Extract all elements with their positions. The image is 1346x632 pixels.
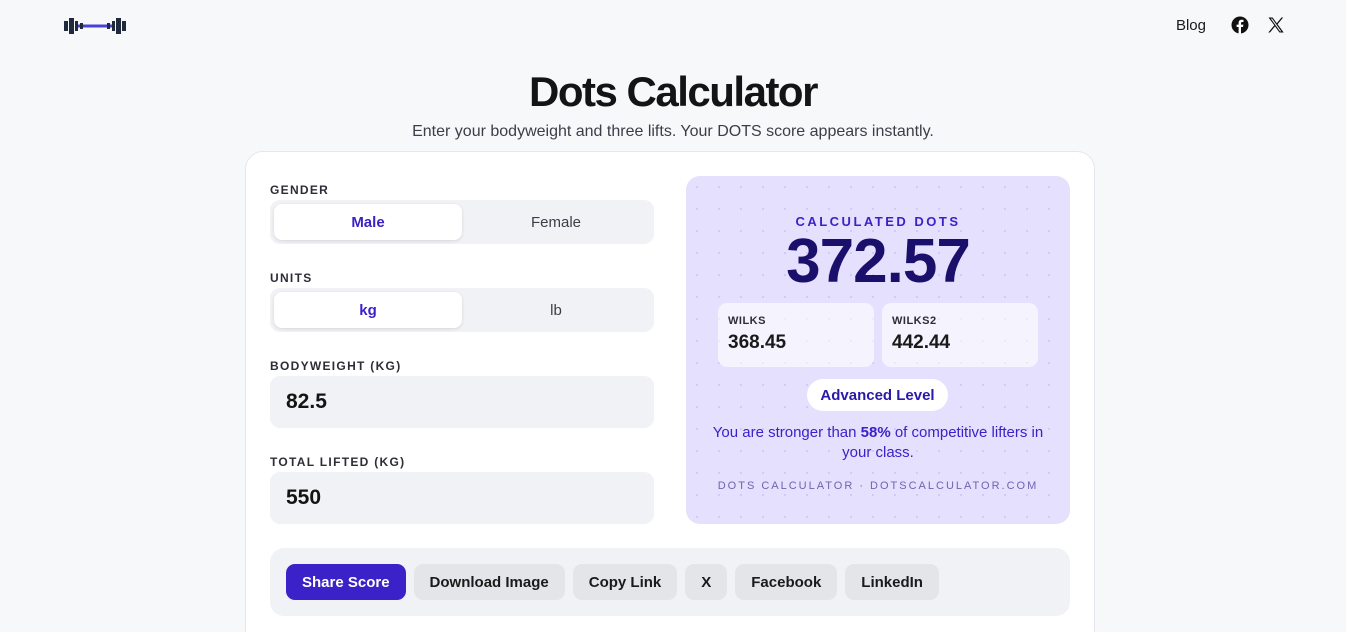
- wilks2-value: 442.44: [892, 332, 951, 353]
- units-option-kg[interactable]: kg: [274, 292, 462, 328]
- share-linkedin-button[interactable]: LinkedIn: [845, 564, 939, 600]
- calculator-card: GENDER Male Female UNITS kg lb BODYWEIGH…: [245, 151, 1095, 632]
- total-lifted-input[interactable]: [270, 472, 654, 524]
- wilks2-label: WILKS2: [892, 315, 937, 327]
- total-lifted-label: TOTAL LIFTED (KG): [270, 455, 406, 469]
- blog-link[interactable]: Blog: [1176, 17, 1206, 34]
- top-nav: Blog: [1176, 15, 1286, 35]
- result-panel: CALCULATED DOTS 372.57 WILKS 368.45 WILK…: [686, 176, 1070, 524]
- gender-option-male[interactable]: Male: [274, 204, 462, 240]
- gender-option-female[interactable]: Female: [462, 204, 650, 240]
- barbell-logo-icon[interactable]: [63, 16, 127, 36]
- bodyweight-input[interactable]: [270, 376, 654, 428]
- download-image-button[interactable]: Download Image: [413, 564, 565, 600]
- share-score-button[interactable]: Share Score: [286, 564, 406, 600]
- units-option-lb[interactable]: lb: [462, 292, 650, 328]
- wilks-value: 368.45: [728, 332, 787, 353]
- bodyweight-label: BODYWEIGHT (KG): [270, 359, 402, 373]
- wilks-label: WILKS: [728, 315, 766, 327]
- copy-link-button[interactable]: Copy Link: [572, 564, 678, 600]
- units-toggle: kg lb: [270, 288, 654, 332]
- percentile-value: 58%: [860, 424, 891, 441]
- share-facebook-button[interactable]: Facebook: [735, 564, 838, 600]
- wilks-box: WILKS 368.45: [718, 303, 874, 367]
- gender-label: GENDER: [270, 183, 330, 197]
- share-bar: Share Score Download Image Copy Link X F…: [270, 548, 1070, 616]
- facebook-icon[interactable]: [1230, 15, 1250, 35]
- wilks2-box: WILKS2 442.44: [882, 303, 1038, 367]
- percentile-prefix: You are stronger than: [712, 424, 861, 441]
- percentile-text: You are stronger than 58% of competitive…: [706, 423, 1050, 463]
- level-badge: Advanced Level: [807, 379, 948, 411]
- units-label: UNITS: [270, 271, 313, 285]
- gender-toggle: Male Female: [270, 200, 654, 244]
- x-icon[interactable]: [1266, 15, 1286, 35]
- result-watermark: DOTS CALCULATOR · DOTSCALCULATOR.COM: [717, 480, 1039, 492]
- page-subtitle: Enter your bodyweight and three lifts. Y…: [412, 123, 934, 140]
- dots-score: 372.57: [786, 227, 971, 296]
- share-x-button[interactable]: X: [685, 564, 728, 600]
- page-title: Dots Calculator: [529, 68, 818, 115]
